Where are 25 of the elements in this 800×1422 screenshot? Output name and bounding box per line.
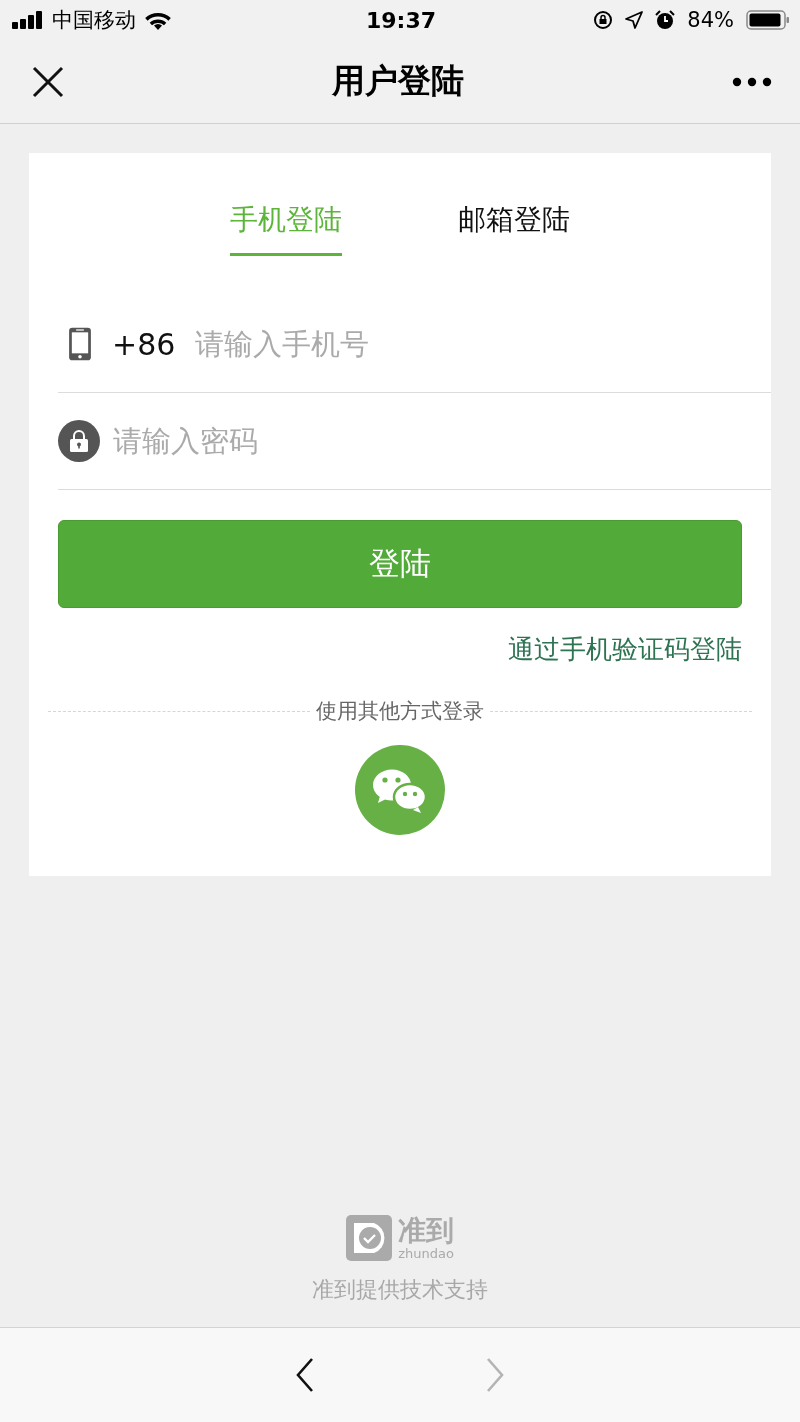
country-code: +86 — [112, 326, 176, 362]
alarm-clock-icon — [655, 10, 676, 30]
battery-percent: 84% — [687, 8, 734, 32]
wifi-icon — [144, 10, 172, 30]
rotation-lock-icon — [593, 10, 614, 30]
carrier-name: 中国移动 — [52, 7, 136, 34]
chat-login-button[interactable] — [355, 745, 445, 835]
logo-icon — [346, 1215, 392, 1261]
location-arrow-icon — [625, 11, 644, 29]
battery-icon — [746, 10, 790, 30]
sms-login-link[interactable]: 通过手机验证码登陆 — [508, 632, 742, 667]
logo-subtext: zhundao — [398, 1246, 454, 1260]
close-button[interactable] — [32, 65, 64, 98]
page-title: 用户登陆 — [332, 60, 464, 102]
password-input[interactable]: 请输入密码 — [113, 424, 533, 458]
credit-text: 准到提供技术支持 — [312, 1276, 488, 1304]
status-time: 19:37 — [366, 7, 436, 33]
login-button[interactable]: 登陆 — [58, 520, 742, 608]
logo-text: 准到 — [398, 1216, 454, 1245]
phone-input[interactable]: 请输入手机号 — [195, 327, 616, 361]
login-tab[interactable]: 邮箱登陆 — [458, 195, 570, 256]
signal-icon — [12, 11, 44, 29]
lock-icon — [58, 420, 100, 462]
more-button[interactable] — [732, 76, 772, 87]
other-login-label: 使用其他方式登录 — [316, 698, 484, 725]
